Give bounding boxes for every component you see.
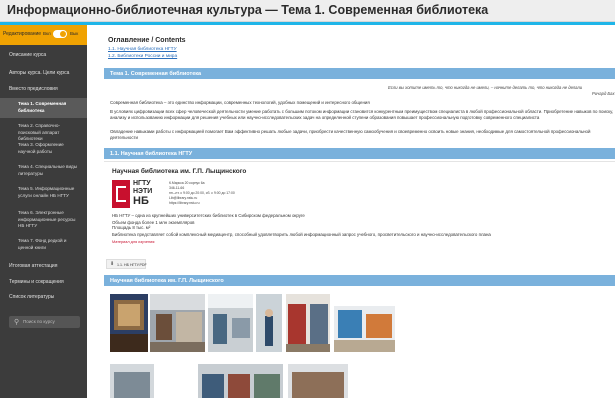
gallery-photo-7[interactable] xyxy=(110,364,154,398)
sidebar-topic-1[interactable]: Тема 1. Современная библиотека xyxy=(0,98,87,118)
page-header: Информационно-библиотечная культура — Те… xyxy=(0,0,615,22)
gallery-photo-8[interactable] xyxy=(198,364,283,398)
toc-link-1[interactable]: 1.1. Научная библиотека НГТУ xyxy=(108,47,177,52)
pdf-file-label: 1.1. НБ НГТУ.PDF xyxy=(117,262,147,267)
library-hours: пн.–пт. с 9:00 до 20:00, сб. с 9:00 до 1… xyxy=(169,191,235,195)
library-email[interactable]: Lib@library.nstu.ru xyxy=(169,196,197,200)
sidebar-topic-7[interactable]: Тема 7. Фонд редкой и ценной книги xyxy=(0,238,87,251)
library-website[interactable]: https://library.nstu.ru xyxy=(169,201,199,205)
search-icon: ⚲ xyxy=(14,319,20,326)
sidebar-item-course-description[interactable]: Описание курса xyxy=(0,52,87,58)
logo-mark xyxy=(112,180,130,208)
edit-mode-toggle[interactable] xyxy=(53,30,67,38)
sidebar-item-foreword[interactable]: Вместо предисловия xyxy=(0,86,87,92)
main-content: Оглавление / Contents 1.1. Научная библи… xyxy=(98,25,615,398)
edit-mode-label: Редактирование xyxy=(3,31,42,37)
section-band-topic1: Тема 1. Современная библиотека xyxy=(104,68,615,79)
download-icon: ⬇ xyxy=(110,261,115,267)
nstu-library-logo: НГТУ НЭТИ НБ xyxy=(112,180,162,208)
course-search-input[interactable]: ⚲ Поиск по курсу xyxy=(9,316,80,328)
gallery-photo-2[interactable] xyxy=(150,294,205,352)
sidebar-topic-5[interactable]: Тема 5. Информационные услуги онлайн НБ … xyxy=(0,186,87,199)
gallery-photo-1[interactable] xyxy=(110,294,148,352)
epigraph-quote: Если вы хотите иметь то, что никогда не … xyxy=(388,85,583,90)
library-card-title: Научная библиотека им. Г.П. Лыщинского xyxy=(112,168,247,175)
pdf-file-link[interactable]: ⬇ 1.1. НБ НГТУ.PDF xyxy=(106,259,147,269)
study-material-note: Материал для изучения: xyxy=(112,240,156,244)
logo-text-3: НБ xyxy=(133,195,149,207)
section-band-label: Тема 1. Современная библиотека xyxy=(110,70,202,77)
edit-on-label: Вкл xyxy=(43,31,51,36)
sidebar-item-authors[interactable]: Авторы курса. Цели курса xyxy=(0,70,87,76)
edit-mode-bar: Редактирование Вкл Вык xyxy=(0,25,87,45)
epigraph-author: Ричард Бах xyxy=(592,91,615,96)
sidebar: Редактирование Вкл Вык Описание курса Ав… xyxy=(0,25,87,398)
gallery-photo-6[interactable] xyxy=(334,294,395,352)
toggle-knob xyxy=(60,31,66,37)
sidebar-topic-3[interactable]: Тема 3. Оформление научной работы xyxy=(0,142,87,155)
intro-paragraph-3: Овладение навыками работы с информацией … xyxy=(110,129,591,140)
library-card: Научная библиотека им. Г.П. Лыщинского Н… xyxy=(104,161,615,245)
section-band-gallery: Научная библиотека им. Г.П. Лыщинского xyxy=(104,275,615,286)
gallery-photo-4[interactable] xyxy=(256,294,282,352)
sidebar-item-terms[interactable]: Термины и сокращения xyxy=(0,279,87,285)
section-band-library: 1.1. Научная библиотека НГТУ xyxy=(104,148,615,159)
intro-paragraph-1: Современная библиотека – это единство ин… xyxy=(110,100,370,105)
intro-paragraph-2: В условиях цифровизации всех сфер челове… xyxy=(110,109,614,120)
toc-link-2[interactable]: 1.2. Библиотеки России и мира xyxy=(108,54,177,59)
section-band-label: 1.1. Научная библиотека НГТУ xyxy=(110,150,193,157)
sidebar-item-references[interactable]: Список литературы xyxy=(0,294,87,300)
library-desc-1: НБ НГТУ – одна из крупнейших университет… xyxy=(112,213,305,218)
gallery-photo-3[interactable] xyxy=(208,294,253,352)
library-desc-4: Библиотека представляет собой комплексны… xyxy=(112,232,491,237)
sidebar-item-final-attestation[interactable]: Итоговая аттестация xyxy=(0,263,87,269)
library-address: К.Маркса 20 корпус 6а xyxy=(169,181,205,185)
page-title: Информационно-библиотечная культура — Те… xyxy=(7,3,489,17)
logo-text-1: НГТУ xyxy=(133,180,151,187)
gallery-photo-5[interactable] xyxy=(286,294,330,352)
sidebar-topic-4[interactable]: Тема 4. Специальные виды литературы xyxy=(0,164,87,177)
logo-text-2: НЭТИ xyxy=(133,188,153,195)
section-band-label: Научная библиотека им. Г.П. Лыщинского xyxy=(110,277,224,284)
library-desc-3: Площадь 8 тыс. м² xyxy=(112,225,151,230)
toc-title: Оглавление / Contents xyxy=(108,37,186,44)
edit-off-label: Вык xyxy=(70,31,79,36)
library-phone: 346-11-66 xyxy=(169,186,185,190)
gallery-photo-9[interactable] xyxy=(288,364,348,398)
search-placeholder: Поиск по курсу xyxy=(23,319,55,324)
app-window: Информационно-библиотечная культура — Те… xyxy=(0,0,615,398)
sidebar-topic-6[interactable]: Тема 6. Электронные информационные ресур… xyxy=(0,210,87,230)
sidebar-topic-2[interactable]: Тема 2. Справочно-поисковый аппарат библ… xyxy=(0,123,87,143)
